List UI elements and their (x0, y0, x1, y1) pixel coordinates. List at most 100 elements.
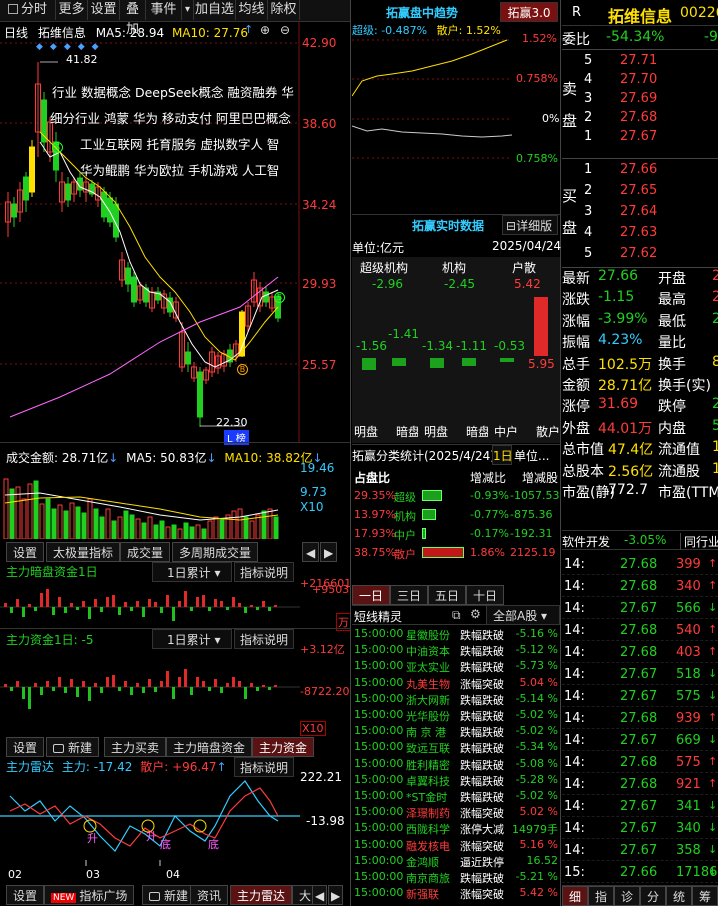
buy-level-row[interactable]: 2 27.65 (562, 181, 718, 201)
tab-next-icon[interactable]: ▶ (320, 542, 338, 562)
radar-explain-button[interactable]: 指标说明 (234, 757, 294, 777)
volume-amount-label: 成交金额: 28.71亿 (6, 451, 109, 465)
dark-fund-chart[interactable] (0, 583, 300, 627)
tab-3day[interactable]: 三日 (390, 585, 429, 605)
stat-row: 涨跌 -1.15 最高 2 (562, 289, 718, 310)
sell-level-row[interactable]: 4 27.70 (562, 70, 718, 90)
sprite-row[interactable]: 15:00:00 融发核电 涨幅突破 5.16 % (352, 837, 560, 853)
sprite-row[interactable]: 15:00:00 星徽股份 跌幅跌破 -5.16 % (352, 626, 560, 642)
expand-icon[interactable]: ⧉ (452, 608, 461, 623)
sprite-row[interactable]: 15:00:00 西陇科学 涨停大减 14979手 (352, 820, 560, 836)
tab-index[interactable]: 指 (588, 886, 614, 906)
more-button[interactable]: 更多 (56, 0, 88, 20)
tab-chips[interactable]: 筹 (692, 886, 718, 906)
intraday-version-tab[interactable]: 拓赢3.0 (500, 2, 558, 22)
tab-main-fund[interactable]: 主力资金 (252, 737, 315, 757)
tab-split[interactable]: 分 (640, 886, 666, 906)
tab-detail[interactable]: 细 (562, 886, 588, 906)
ma-button[interactable]: 均线 (236, 0, 268, 20)
buy-level: 3 (584, 204, 593, 219)
events-dropdown-icon[interactable]: ▾ (182, 0, 194, 20)
tab-settings[interactable]: 设置 (6, 737, 45, 757)
main-fund-bar (94, 683, 97, 687)
tab-new[interactable]: 新建 (142, 885, 196, 905)
sprite-row[interactable]: 15:00:00 卓翼科技 跌幅跌破 -5.28 % (352, 772, 560, 788)
dark-fund-period-select[interactable]: 1日累计 ▾ (152, 562, 232, 582)
sprite-row[interactable]: 15:00:00 致远互联 跌幅跌破 -5.34 % (352, 739, 560, 755)
tab-stats[interactable]: 统 (666, 886, 692, 906)
tab-5day[interactable]: 五日 (428, 585, 467, 605)
gear-icon[interactable]: ⚙ (470, 607, 481, 621)
sprite-row[interactable]: 15:00:00 *ST金时 跌幅跌破 -5.02 % (352, 788, 560, 804)
ex-rights-button[interactable]: 除权 (268, 0, 300, 20)
buy-level-row[interactable]: 5 27.62 (562, 244, 718, 264)
sprite-row[interactable]: 15:00:00 南 京 港跌幅跌破 -5.02 % (352, 723, 560, 739)
tab-new[interactable]: 新建 (46, 737, 100, 757)
tab-news[interactable]: 资讯 (190, 885, 229, 905)
tab-prev-icon[interactable]: ◀ (312, 885, 328, 905)
s-badge-icon: S (274, 292, 285, 303)
sprite-row[interactable]: 15:00:00 光华股份 跌幅跌破 -5.02 % (352, 707, 560, 723)
radar-chart[interactable] (0, 776, 300, 866)
tab-volume[interactable]: 成交量 (120, 542, 171, 562)
tab-settings[interactable]: 设置 (6, 542, 45, 562)
tab-1day[interactable]: 一日 (352, 585, 391, 605)
tab-next-icon[interactable]: ▶ (328, 885, 344, 905)
classify-period-tab[interactable]: 1日 (492, 445, 513, 465)
candle (191, 362, 197, 382)
intraday-chart[interactable] (352, 36, 512, 176)
sprites-panel: 短线精灵 ⧉ ⚙ 全部A股 ▾ (352, 605, 560, 625)
buy-level-row[interactable]: 4 27.63 (562, 223, 718, 243)
sprite-row[interactable]: 15:00:00 浙大网新 跌幅跌破 -5.14 % (352, 691, 560, 707)
dark-fund-explain-button[interactable]: 指标说明 (234, 562, 294, 582)
tab-settings[interactable]: 设置 (6, 885, 45, 905)
sell-level-row[interactable]: 5 27.71 (562, 51, 718, 71)
buy-level-row[interactable]: 1 27.66 (562, 160, 718, 180)
volume-bar (75, 506, 81, 539)
sell-level-row[interactable]: 2 27.68 (562, 108, 718, 128)
tab-10day[interactable]: 十日 (466, 585, 505, 605)
volume-bar (69, 502, 75, 539)
realtime-total: -2.45 (444, 277, 476, 291)
volume-chart[interactable] (0, 465, 300, 539)
sprites-filter-dropdown[interactable]: 全部A股 ▾ (486, 605, 560, 625)
buy-level-row[interactable]: 3 27.64 (562, 202, 718, 222)
sprite-row[interactable]: 15:00:00 金鸿顺 逼近跌停 16.52 (352, 853, 560, 869)
tab-taiji-volume[interactable]: 太极量指标 (46, 542, 121, 562)
main-fund-bar (172, 687, 175, 699)
sprite-time: 15:00:00 (354, 691, 404, 705)
sprite-row[interactable]: 15:00:00 胜利精密 跌幅跌破 -5.08 % (352, 756, 560, 772)
sprite-row[interactable]: 15:00:00 亚太实业 跌幅跌破 -5.73 % (352, 658, 560, 674)
sell-price: 27.69 (620, 91, 658, 106)
tab-dark-fund[interactable]: 主力暗盘资金 (166, 737, 253, 757)
sector-name[interactable]: 软件开发 (562, 533, 610, 550)
tab-main-buy-sell[interactable]: 主力买卖 (104, 737, 167, 757)
add-watchlist-button[interactable]: 加自选 (194, 0, 236, 20)
tab-indicator-plaza[interactable]: NEW 指标广场 (44, 885, 135, 905)
tab-multi-period-volume[interactable]: 多周期成交量 (172, 542, 259, 562)
tab-main-radar[interactable]: 主力雷达 (230, 885, 293, 905)
main-fund-chart[interactable] (0, 651, 300, 735)
stat-value: 58. (712, 417, 718, 434)
concept-tags[interactable]: 行业 数据概念 DeepSeek概念 融资融券 华 细分行业 鸿蒙 华为 移动支… (50, 80, 298, 184)
sprite-time: 15:00:00 (354, 740, 404, 754)
sprite-row[interactable]: 15:00:00 丸美生物 涨幅突破 5.04 % (352, 675, 560, 691)
sprite-row[interactable]: 15:00:00 南京商旅 跌幅跌破 -5.21 % (352, 869, 560, 885)
main-fund-explain-button[interactable]: 指标说明 (234, 629, 294, 649)
tab-prev-icon[interactable]: ◀ (302, 542, 320, 562)
minute-chart-checkbox[interactable]: 分时 (0, 0, 56, 20)
sell-level-row[interactable]: 1 27.67 (562, 127, 718, 147)
settings-button[interactable]: 设置 (88, 0, 120, 20)
realtime-detail-dropdown[interactable]: ⊟详细版 (502, 215, 558, 235)
sprite-row[interactable]: 15:00:00 泽璟制药 涨幅突破 5.02 % (352, 804, 560, 820)
main-fund-period-select[interactable]: 1日累计 ▾ (152, 629, 232, 649)
sell-level-row[interactable]: 3 27.69 (562, 89, 718, 109)
realtime-unit: 单位:亿元 (352, 241, 405, 255)
events-button[interactable]: 事件 (146, 0, 182, 20)
sprite-row[interactable]: 15:00:00 中油资本 跌幅跌破 -5.12 % (352, 642, 560, 658)
tab-diagnose[interactable]: 诊 (614, 886, 640, 906)
overlay-button[interactable]: 叠加 (120, 0, 146, 37)
sprite-row[interactable]: 15:00:00 新强联 涨幅突破 5.42 % (352, 885, 560, 901)
volume-bar (207, 520, 213, 539)
peer-button[interactable]: 同行业 (680, 533, 718, 550)
